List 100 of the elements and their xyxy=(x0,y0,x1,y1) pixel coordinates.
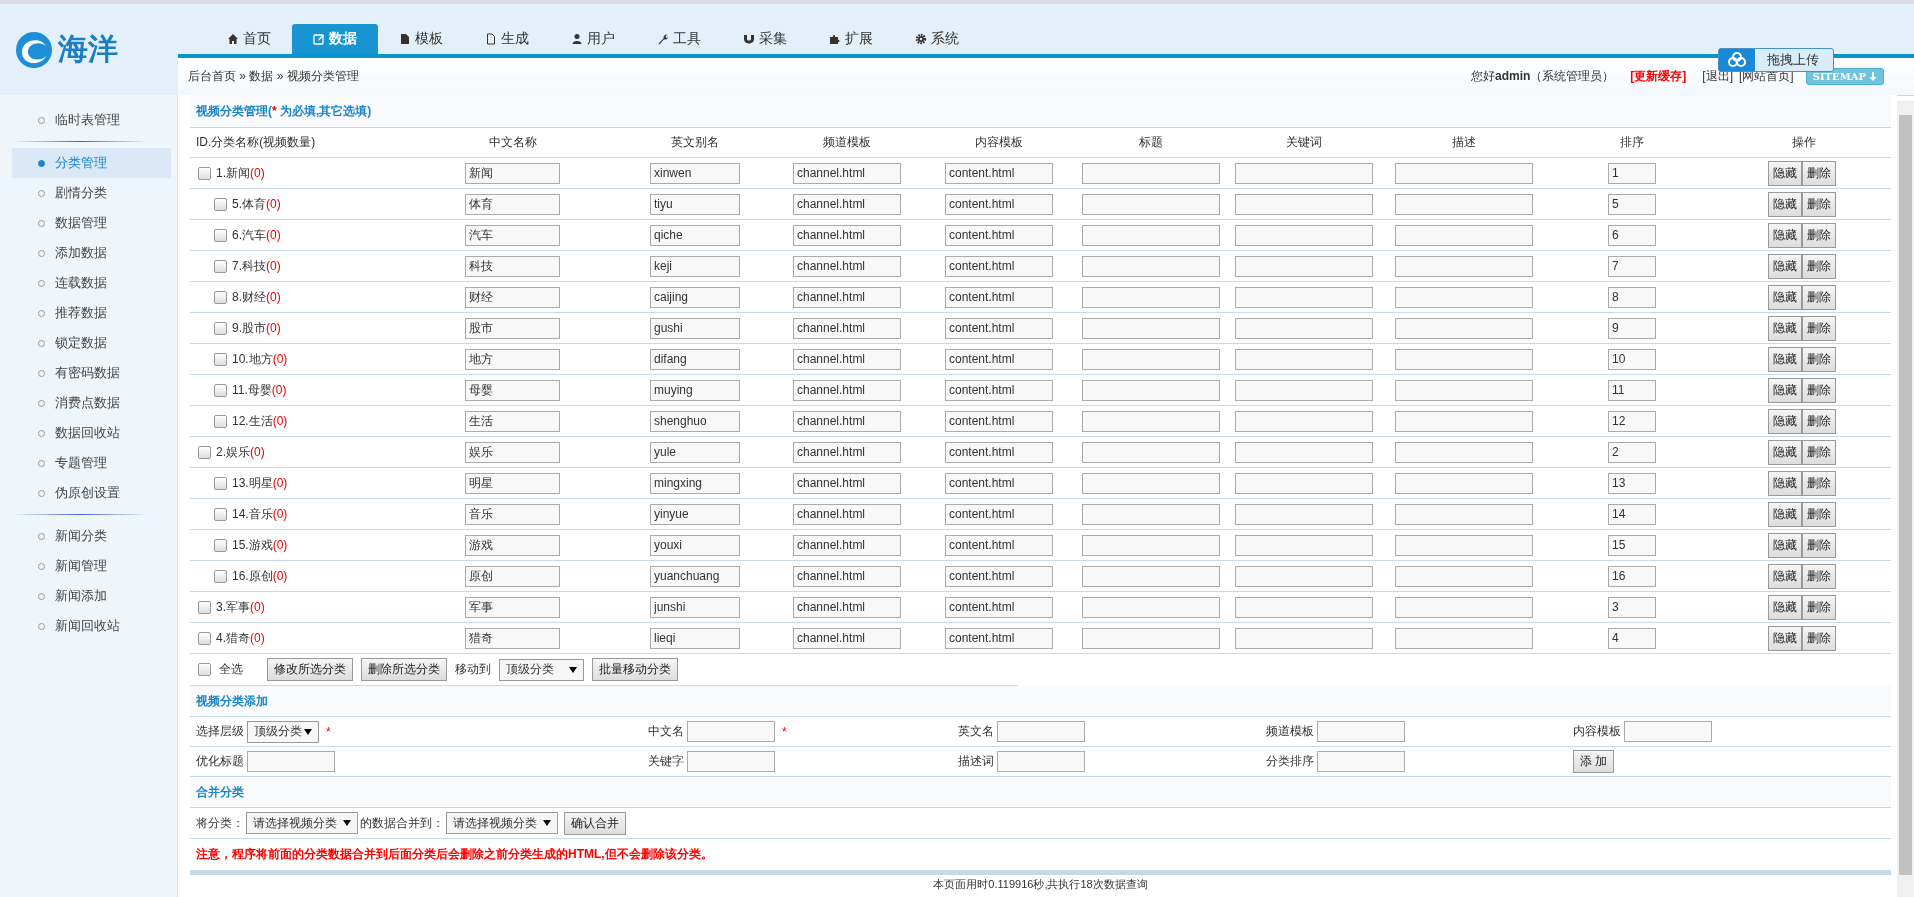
text-input[interactable]: channel.html xyxy=(793,410,901,432)
text-input[interactable] xyxy=(1395,596,1533,618)
sidebar-item[interactable]: 新闻分类 xyxy=(12,521,171,551)
sidebar-item[interactable]: 新闻管理 xyxy=(12,551,171,581)
text-input[interactable]: shenghuo xyxy=(650,410,740,432)
text-input[interactable] xyxy=(1235,348,1373,370)
sidebar-item[interactable]: 临时表管理 xyxy=(12,105,171,135)
text-input[interactable]: content.html xyxy=(945,317,1053,339)
text-input[interactable]: mingxing xyxy=(650,472,740,494)
text-input[interactable]: channel.html xyxy=(793,534,901,556)
nav-tab[interactable]: 采集 xyxy=(722,24,808,54)
drag-upload-button[interactable]: 拖拽上传 xyxy=(1718,48,1834,72)
text-input[interactable] xyxy=(1235,317,1373,339)
text-input[interactable]: 5 xyxy=(1608,193,1656,215)
delete-button[interactable]: 删除 xyxy=(1802,532,1836,558)
text-input[interactable]: content.html xyxy=(945,441,1053,463)
sidebar-item[interactable]: 数据回收站 xyxy=(12,418,171,448)
sidebar-item[interactable]: 剧情分类 xyxy=(12,178,171,208)
text-input[interactable]: content.html xyxy=(945,348,1053,370)
text-input[interactable]: 2 xyxy=(1608,441,1656,463)
text-input[interactable] xyxy=(1082,441,1220,463)
nav-tab[interactable]: 用户 xyxy=(550,24,636,54)
text-input[interactable] xyxy=(247,751,335,772)
sidebar-item[interactable]: 连载数据 xyxy=(12,268,171,298)
text-input[interactable] xyxy=(1235,534,1373,556)
text-input[interactable]: content.html xyxy=(945,534,1053,556)
text-input[interactable] xyxy=(1082,503,1220,525)
sidebar-item[interactable]: 新闻回收站 xyxy=(12,611,171,641)
text-input[interactable]: channel.html xyxy=(793,565,901,587)
hide-button[interactable]: 隐藏 xyxy=(1768,253,1802,279)
row-checkbox[interactable] xyxy=(214,569,227,583)
text-input[interactable] xyxy=(1395,627,1533,649)
text-input[interactable] xyxy=(997,751,1085,772)
row-checkbox[interactable] xyxy=(214,321,227,335)
hide-button[interactable]: 隐藏 xyxy=(1768,594,1802,620)
text-input[interactable]: 8 xyxy=(1608,286,1656,308)
text-input[interactable]: 母婴 xyxy=(465,379,560,401)
row-checkbox[interactable] xyxy=(214,228,227,242)
delete-button[interactable]: 删除 xyxy=(1802,377,1836,403)
nav-tab[interactable]: 系统 xyxy=(894,24,980,54)
text-input[interactable]: channel.html xyxy=(793,255,901,277)
select-all-checkbox[interactable] xyxy=(198,663,211,676)
text-input[interactable]: channel.html xyxy=(793,596,901,618)
hide-button[interactable]: 隐藏 xyxy=(1768,315,1802,341)
hide-button[interactable]: 隐藏 xyxy=(1768,563,1802,589)
row-checkbox[interactable] xyxy=(214,507,227,521)
text-input[interactable] xyxy=(1395,410,1533,432)
text-input[interactable] xyxy=(997,721,1085,742)
text-input[interactable]: junshi xyxy=(650,596,740,618)
text-input[interactable]: content.html xyxy=(945,224,1053,246)
nav-tab[interactable]: 模板 xyxy=(378,24,464,54)
text-input[interactable]: 汽车 xyxy=(465,224,560,246)
delete-button[interactable]: 删除 xyxy=(1802,594,1836,620)
text-input[interactable]: lieqi xyxy=(650,627,740,649)
text-input[interactable]: content.html xyxy=(945,286,1053,308)
text-input[interactable]: xinwen xyxy=(650,162,740,184)
text-input[interactable]: content.html xyxy=(945,193,1053,215)
text-input[interactable]: keji xyxy=(650,255,740,277)
text-input[interactable]: 15 xyxy=(1608,534,1656,556)
text-input[interactable]: youxi xyxy=(650,534,740,556)
text-input[interactable] xyxy=(687,721,775,742)
delete-button[interactable]: 删除 xyxy=(1802,346,1836,372)
text-input[interactable]: difang xyxy=(650,348,740,370)
delete-button[interactable]: 删除 xyxy=(1802,470,1836,496)
row-checkbox[interactable] xyxy=(214,352,227,366)
text-input[interactable]: 1 xyxy=(1608,162,1656,184)
text-input[interactable]: yuanchuang xyxy=(650,565,740,587)
batch-move-button[interactable]: 批量移动分类 xyxy=(592,658,678,681)
text-input[interactable]: 游戏 xyxy=(465,534,560,556)
text-input[interactable] xyxy=(1395,162,1533,184)
text-input[interactable]: 财经 xyxy=(465,286,560,308)
text-input[interactable]: 音乐 xyxy=(465,503,560,525)
confirm-merge-button[interactable]: 确认合并 xyxy=(564,811,626,835)
move-target-select[interactable]: 顶级分类 xyxy=(499,658,584,681)
text-input[interactable]: 4 xyxy=(1608,627,1656,649)
text-input[interactable] xyxy=(1235,193,1373,215)
row-checkbox[interactable] xyxy=(198,445,211,459)
text-input[interactable]: content.html xyxy=(945,596,1053,618)
sidebar-item[interactable]: 数据管理 xyxy=(12,208,171,238)
text-input[interactable] xyxy=(1395,348,1533,370)
text-input[interactable]: yinyue xyxy=(650,503,740,525)
delete-button[interactable]: 删除 xyxy=(1802,284,1836,310)
delete-button[interactable]: 删除 xyxy=(1802,253,1836,279)
text-input[interactable] xyxy=(1082,627,1220,649)
text-input[interactable] xyxy=(1082,596,1220,618)
text-input[interactable] xyxy=(1395,503,1533,525)
hide-button[interactable]: 隐藏 xyxy=(1768,222,1802,248)
delete-button[interactable]: 删除 xyxy=(1802,563,1836,589)
text-input[interactable]: 16 xyxy=(1608,565,1656,587)
row-checkbox[interactable] xyxy=(198,166,211,180)
delete-button[interactable]: 删除 xyxy=(1802,315,1836,341)
level-select[interactable]: 顶级分类 xyxy=(247,720,319,743)
text-input[interactable] xyxy=(1082,348,1220,370)
text-input[interactable] xyxy=(687,751,775,772)
text-input[interactable]: channel.html xyxy=(793,224,901,246)
text-input[interactable]: content.html xyxy=(945,410,1053,432)
text-input[interactable]: caijing xyxy=(650,286,740,308)
text-input[interactable]: 13 xyxy=(1608,472,1656,494)
text-input[interactable]: channel.html xyxy=(793,286,901,308)
delete-selected-button[interactable]: 删除所选分类 xyxy=(361,658,447,681)
